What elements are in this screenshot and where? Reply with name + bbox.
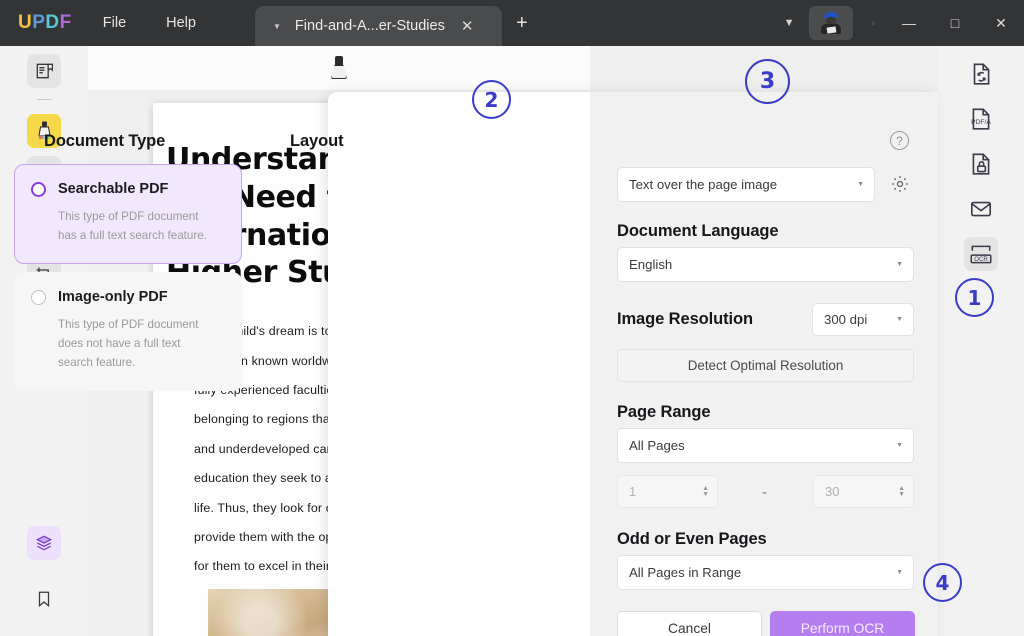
step-badge-4: 4 (923, 563, 962, 602)
document-language-select[interactable]: English ▼ (617, 247, 914, 282)
stepper-arrows-icon: ▲▼ (702, 486, 709, 498)
avatar[interactable] (809, 6, 853, 40)
chevron-down-icon: ▼ (896, 316, 903, 323)
highlighter-tool-icon[interactable] (329, 56, 349, 80)
image-resolution-value: 300 dpi (824, 312, 867, 327)
page-from-stepper[interactable]: 1 ▲▼ (617, 475, 718, 508)
chevron-down-icon: ▼ (857, 181, 864, 188)
document-tab[interactable]: ▼ Find-and-A...er-Studies ✕ (255, 6, 502, 46)
chevron-down-icon-toolbar[interactable]: ▼ (770, 17, 809, 29)
email-icon (968, 196, 994, 222)
book-reader-icon (34, 61, 54, 81)
option-image-only-pdf[interactable]: Image-only PDF This type of PDF document… (14, 272, 242, 391)
odd-even-select[interactable]: All Pages in Range ▼ (617, 555, 914, 590)
image-resolution-heading: Image Resolution (617, 310, 753, 329)
menu-help[interactable]: Help (157, 10, 205, 36)
layers-icon (34, 533, 54, 553)
cancel-button[interactable]: Cancel (617, 611, 762, 636)
detect-optimal-resolution-button[interactable]: Detect Optimal Resolution (617, 349, 914, 382)
sidebar-item-convert-pdf[interactable] (964, 57, 998, 91)
sidebar-item-email-pdf[interactable] (964, 192, 998, 226)
chevron-down-icon: ▼ (896, 261, 903, 268)
new-tab-button[interactable]: + (516, 12, 528, 35)
svg-text:OCR: OCR (974, 257, 988, 263)
page-range-value: All Pages (629, 438, 685, 453)
chevron-down-icon[interactable]: ▼ (273, 22, 281, 31)
logo-letter-p: P (32, 12, 45, 34)
document-toolbar (88, 46, 590, 90)
updf-logo: U P D F (18, 12, 72, 34)
layout-value: Text over the page image (629, 177, 777, 192)
minimize-button[interactable]: — (886, 0, 932, 46)
user-avatar-icon (820, 12, 842, 34)
menu-file[interactable]: File (94, 10, 135, 36)
sidebar-item-protect-pdf[interactable] (964, 147, 998, 181)
maximize-button[interactable]: □ (932, 0, 978, 46)
page-to-stepper[interactable]: 30 ▲▼ (813, 475, 914, 508)
bookmark-icon (35, 589, 53, 609)
logo-letter-u: U (18, 12, 32, 34)
perform-ocr-button[interactable]: Perform OCR (770, 611, 915, 636)
svg-text:PDF/A: PDF/A (971, 119, 991, 126)
step-badge-1: 1 (955, 278, 994, 317)
layout-heading: Layout (290, 132, 343, 151)
ocr-icon: OCR (968, 241, 994, 267)
radio-selected-icon[interactable] (31, 182, 46, 197)
workspace: Understanding the Need for International… (0, 46, 1024, 636)
window-controls: ▼ ● — □ ✕ (770, 0, 1024, 46)
chevron-down-icon: ▼ (896, 442, 903, 449)
odd-even-heading: Odd or Even Pages (617, 530, 767, 549)
gear-icon[interactable] (890, 174, 910, 194)
document-language-value: English (629, 257, 672, 272)
option-label: Image-only PDF (58, 289, 168, 305)
lock-document-icon (968, 151, 994, 177)
title-bar: U P D F File Help ▼ Find-and-A...er-Stud… (0, 0, 1024, 46)
option-description: This type of PDF document has a full tex… (58, 208, 218, 246)
spacer-dot: ● (861, 18, 886, 28)
pdfa-icon: PDF/A (968, 106, 994, 132)
close-icon[interactable]: ✕ (461, 17, 474, 35)
question-mark-icon[interactable]: ? (890, 131, 909, 150)
sidebar-item-layers[interactable] (27, 526, 61, 560)
rail-separator-1 (37, 99, 52, 100)
page-from-value: 1 (629, 484, 636, 499)
close-window-button[interactable]: ✕ (978, 0, 1024, 46)
tab-title: Find-and-A...er-Studies (295, 18, 445, 34)
document-type-heading: Document Type (44, 132, 165, 151)
option-description: This type of PDF document does not have … (58, 316, 218, 373)
step-badge-2: 2 (472, 80, 511, 119)
radio-unselected-icon[interactable] (31, 290, 46, 305)
page-range-select[interactable]: All Pages ▼ (617, 428, 914, 463)
sidebar-item-ocr[interactable]: OCR (964, 237, 998, 271)
step-badge-3: 3 (745, 59, 790, 104)
option-searchable-pdf[interactable]: Searchable PDF This type of PDF document… (14, 164, 242, 264)
option-label: Searchable PDF (58, 181, 168, 197)
convert-pdf-icon (968, 61, 994, 87)
logo-letter-d: D (45, 12, 59, 34)
image-resolution-select[interactable]: 300 dpi ▼ (812, 303, 914, 336)
layout-select[interactable]: Text over the page image ▼ (617, 167, 875, 202)
page-to-value: 30 (825, 484, 839, 499)
dialog-left-panel (328, 92, 590, 636)
updf-window: U P D F File Help ▼ Find-and-A...er-Stud… (0, 0, 1024, 636)
logo-letter-f: F (60, 12, 72, 34)
right-toolbar: PDF/A OCR (938, 46, 1024, 636)
sidebar-item-reader[interactable] (27, 54, 61, 88)
sidebar-item-pdfa[interactable]: PDF/A (964, 102, 998, 136)
stepper-arrows-icon: ▲▼ (898, 486, 905, 498)
range-separator: - (762, 484, 767, 501)
page-range-heading: Page Range (617, 403, 710, 422)
odd-even-value: All Pages in Range (629, 565, 741, 580)
document-language-heading: Document Language (617, 222, 778, 241)
sidebar-item-bookmark[interactable] (27, 582, 61, 616)
chevron-down-icon: ▼ (896, 569, 903, 576)
